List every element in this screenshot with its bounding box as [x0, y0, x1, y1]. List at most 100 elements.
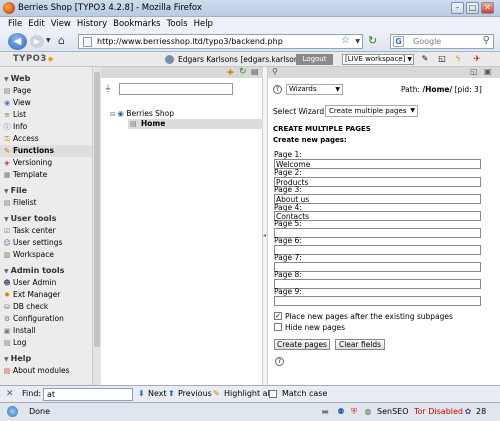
app-icon[interactable]: ✿ [463, 407, 473, 417]
page-input[interactable]: Products [274, 177, 481, 187]
shortcut-icon[interactable]: ◱ [437, 54, 447, 64]
bookmark-star-icon[interactable]: ☆ [341, 35, 350, 46]
tor-status[interactable]: Tor Disabled [414, 407, 463, 416]
search-icon[interactable]: ⚲ [483, 35, 490, 46]
module-functions[interactable]: ✎ Functions [0, 145, 92, 157]
search-placeholder[interactable]: Google [413, 37, 441, 46]
page-input[interactable] [274, 296, 481, 306]
close-button[interactable]: ✕ [481, 2, 494, 14]
search-box[interactable]: G Google ⚲ [390, 34, 494, 49]
google-icon[interactable]: G [393, 36, 404, 47]
page-input[interactable] [274, 262, 481, 272]
help-icon[interactable]: ? [275, 357, 284, 366]
highlight-all-button[interactable]: Highlight all [224, 389, 272, 398]
clear-cache-icon[interactable]: ✈ [472, 54, 482, 64]
edit-icon[interactable]: ✎ [420, 54, 430, 64]
section-web[interactable]: ▼ Web [0, 73, 92, 85]
menu-tools[interactable]: Tools [164, 17, 191, 31]
module-user-admin[interactable]: ☻ User Admin [0, 277, 92, 289]
history-dropdown-icon[interactable]: ▼ [46, 37, 51, 44]
place-after-label: Place new pages after the existing subpa… [285, 312, 453, 321]
module-template[interactable]: ▦ Template [0, 169, 92, 181]
home-icon[interactable]: ⌂ [58, 35, 65, 47]
url-text[interactable]: http://www.berriesshop.ltd/typo3/backend… [97, 37, 283, 46]
flash-icon[interactable]: ϟ [453, 54, 463, 64]
addon-icon[interactable]: ▬ [320, 407, 330, 417]
module-workspace[interactable]: ▥ Workspace [0, 249, 92, 261]
tree-item-home[interactable]: ▤ Home [128, 119, 263, 129]
module-list[interactable]: ≡ List [0, 109, 92, 121]
find-input[interactable]: at [43, 388, 133, 401]
select-wizard-dropdown[interactable]: Create multiple pages ▼ [325, 105, 418, 117]
create-pages-button[interactable]: Create pages [274, 339, 330, 350]
menu-view[interactable]: View [48, 17, 74, 31]
module-versioning[interactable]: ◈ Versioning [0, 157, 92, 169]
page-input[interactable] [274, 279, 481, 289]
module-filelist[interactable]: ▤ Filelist [0, 197, 92, 209]
shortcut-icon[interactable]: ◱ [470, 67, 478, 76]
section-help[interactable]: ▼ Help [0, 353, 92, 365]
refresh-icon[interactable]: ↻ [239, 67, 247, 77]
search-icon[interactable]: ⚲ [272, 67, 278, 76]
forward-button[interactable]: ▶ [30, 35, 44, 48]
url-bar[interactable]: http://www.berriesshop.ltd/typo3/backend… [78, 34, 363, 49]
module-ext-manager[interactable]: ✹ Ext Manager [0, 289, 92, 301]
module-db-check[interactable]: ⛁ DB check [0, 301, 92, 313]
module-configuration[interactable]: ⚙ Configuration [0, 313, 92, 325]
close-find-icon[interactable]: ✕ [6, 389, 14, 399]
minimize-button[interactable]: – [451, 2, 464, 14]
tree-filter-input[interactable] [119, 83, 233, 95]
page-input[interactable] [274, 245, 481, 255]
page-input[interactable]: About us [274, 194, 481, 204]
section-user-tools[interactable]: ▼ User tools [0, 213, 92, 225]
module-view[interactable]: ◉ View [0, 97, 92, 109]
module-user-settings[interactable]: ☺ User settings [0, 237, 92, 249]
next-arrow-icon[interactable]: ⬇ [138, 389, 145, 398]
tree-root[interactable]: ⊟ ◉ Berries Shop [110, 109, 174, 118]
network-icon[interactable]: ⚉ [336, 407, 346, 417]
match-case-label[interactable]: Match case [282, 389, 327, 398]
page-input[interactable]: Contacts [274, 211, 481, 221]
module-info[interactable]: ⓘ Info [0, 121, 92, 133]
menu-history[interactable]: History [74, 17, 110, 31]
menu-edit[interactable]: Edit [25, 17, 47, 31]
shield-icon[interactable]: ⛨ [349, 407, 359, 417]
reload-icon[interactable]: ↻ [368, 34, 377, 47]
section-admin-tools[interactable]: ▼ Admin tools [0, 265, 92, 277]
url-dropdown-icon[interactable]: ▼ [355, 38, 360, 45]
module-menu-scrollbar[interactable] [93, 67, 101, 385]
menu-help[interactable]: Help [191, 17, 216, 31]
tree-options-icon[interactable]: ▤ [251, 67, 259, 76]
module-log[interactable]: ▤ Log [0, 337, 92, 349]
senseo-icon[interactable]: ◍ [363, 407, 373, 417]
hide-pages-checkbox[interactable] [274, 323, 282, 331]
previous-arrow-icon[interactable]: ⬆ [168, 389, 175, 398]
module-access[interactable]: ⚿ Access [0, 133, 92, 145]
page-input[interactable]: Welcome [274, 159, 481, 169]
module-about-modules[interactable]: ▤ About modules [0, 365, 92, 377]
logout-button[interactable]: Logout [296, 54, 333, 65]
workspace-select[interactable]: [LIVE workspace] ▼ [342, 54, 414, 65]
highlight-icon[interactable]: ✎ [213, 389, 220, 398]
find-next-button[interactable]: Next [148, 389, 167, 398]
find-previous-button[interactable]: Previous [178, 389, 212, 398]
open-window-icon[interactable]: ▣ [484, 67, 492, 76]
maximize-button[interactable]: □ [466, 2, 479, 14]
clear-fields-button[interactable]: Clear fields [335, 339, 385, 350]
menu-bookmarks[interactable]: Bookmarks [110, 17, 164, 31]
section-file[interactable]: ▼ File [0, 185, 92, 197]
module-task-center[interactable]: ☑ Task center [0, 225, 92, 237]
content-header: ⚲ ◱ ▣ [268, 67, 500, 78]
menu-file[interactable]: File [5, 17, 25, 31]
help-icon[interactable]: ? [273, 85, 282, 94]
page-input[interactable] [274, 228, 481, 238]
module-page[interactable]: ▤ Page [0, 85, 92, 97]
match-case-checkbox[interactable] [269, 390, 277, 398]
back-button[interactable]: ◀ [8, 33, 27, 50]
senseo-label[interactable]: SenSEO [377, 407, 409, 416]
wizards-select[interactable]: Wizards ▼ [286, 84, 343, 95]
new-page-icon[interactable]: ✚ [227, 68, 234, 77]
scrollbar-thumb[interactable] [94, 72, 100, 347]
module-install[interactable]: ▣ Install [0, 325, 92, 337]
place-after-checkbox[interactable]: ✓ [274, 312, 282, 320]
